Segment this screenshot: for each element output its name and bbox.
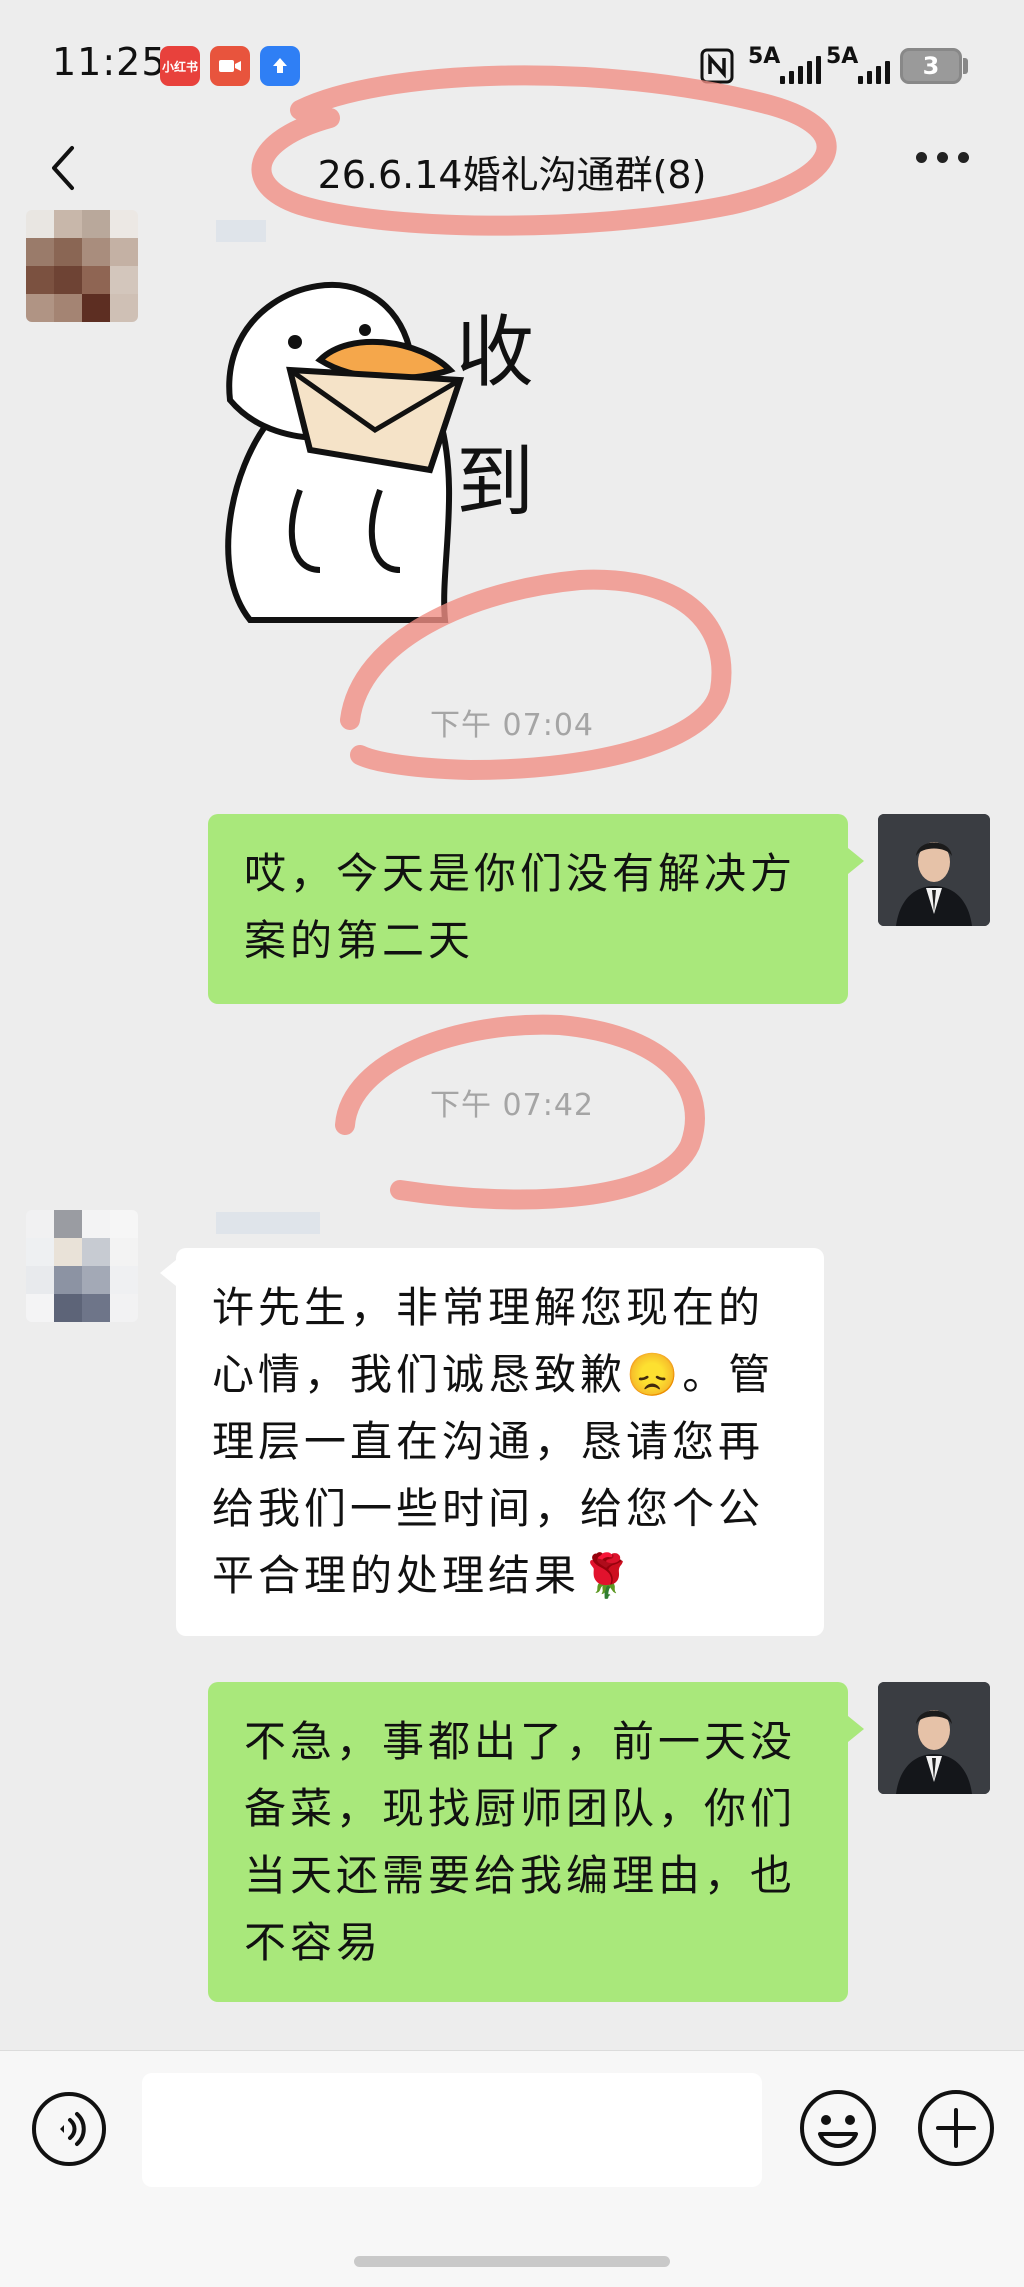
network-label-1: 5A: [748, 44, 781, 69]
signal-strength-icon: [780, 56, 821, 84]
timestamp: 下午 07:04: [430, 708, 594, 743]
my-avatar[interactable]: [878, 1682, 990, 1794]
battery-icon: 3: [900, 48, 962, 84]
message-line: 备菜，现找厨师团队，你们: [244, 1784, 797, 1833]
bubble-tail: [848, 848, 864, 874]
message-line: 心情，我们诚恳致歉😞。管: [212, 1350, 775, 1399]
message-line: 不容易: [244, 1918, 383, 1967]
plus-button[interactable]: [916, 2088, 996, 2168]
voice-input-button[interactable]: [30, 2090, 108, 2168]
sender-avatar[interactable]: [26, 210, 138, 322]
status-time: 11:25: [52, 40, 167, 84]
more-dot-icon: [937, 152, 948, 163]
chat-screen: { "status_bar": { "time": "11:25", "app_…: [0, 0, 1024, 2287]
signal-strength-icon-2: [858, 56, 890, 84]
battery-tip: [963, 58, 968, 74]
timestamp: 下午 07:42: [430, 1088, 594, 1123]
message-line: 当天还需要给我编理由，也: [244, 1851, 797, 1900]
network-label-2: 5A: [826, 44, 859, 69]
message-line: 给我们一些时间，给您个公: [212, 1484, 765, 1533]
bubble-tail: [160, 1260, 176, 1286]
upload-app-icon: [260, 46, 300, 86]
message-line: 不急，事都出了，前一天没: [244, 1717, 797, 1766]
message-input[interactable]: [142, 2073, 762, 2187]
other-message-bubble[interactable]: 许先生，非常理解您现在的 心情，我们诚恳致歉😞。管 理层一直在沟通，恳请您再 给…: [176, 1248, 824, 1636]
xiaohongshu-app-icon: 小红书: [160, 46, 200, 86]
message-line: 理层一直在沟通，恳请您再: [212, 1417, 765, 1466]
message-line: 平合理的处理结果🌹: [212, 1551, 637, 1600]
my-message-bubble[interactable]: 不急，事都出了，前一天没 备菜，现找厨师团队，你们 当天还需要给我编理由，也 不…: [208, 1682, 848, 2002]
sender-avatar[interactable]: [26, 1210, 138, 1322]
chat-title: 26.6.14婚礼沟通群(8): [317, 153, 707, 197]
sticker-text-1: 收: [456, 308, 535, 398]
home-indicator[interactable]: [354, 2256, 670, 2267]
message-line: 案的第二天: [244, 916, 475, 965]
video-app-icon: [210, 46, 250, 86]
bubble-tail: [848, 1716, 864, 1742]
sender-name: [216, 220, 266, 242]
sticker-text-2: 到: [456, 438, 535, 528]
emoji-button[interactable]: [798, 2088, 878, 2168]
message-line: 许先生，非常理解您现在的: [212, 1283, 765, 1332]
more-dot-icon: [916, 152, 927, 163]
more-dot-icon: [958, 152, 969, 163]
my-message-bubble[interactable]: 哎，今天是你们没有解决方 案的第二天: [208, 814, 848, 1004]
nfc-icon: [700, 48, 734, 84]
my-avatar[interactable]: [878, 814, 990, 926]
message-line: 哎，今天是你们没有解决方: [244, 849, 797, 898]
sender-name: [216, 1212, 320, 1234]
more-options-button[interactable]: [916, 152, 969, 163]
